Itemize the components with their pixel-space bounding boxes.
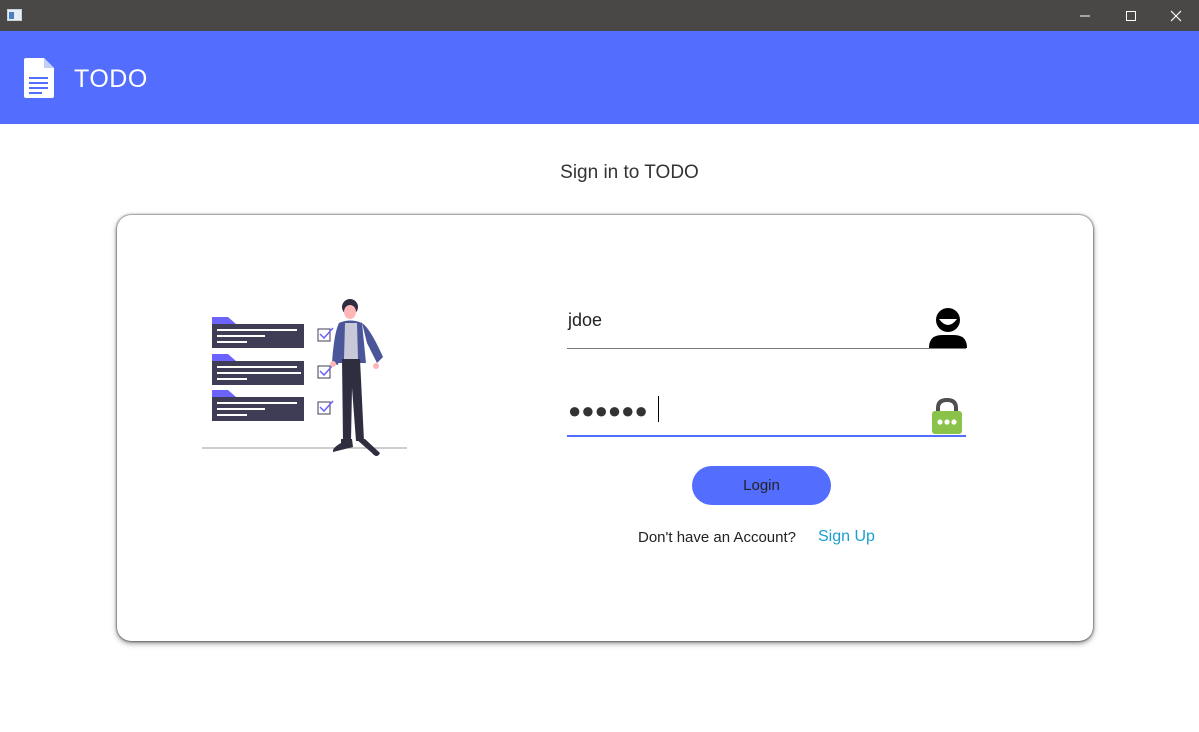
window-titlebar [0, 0, 1199, 31]
checkmark-icon [319, 327, 334, 413]
checklist-card [212, 317, 304, 348]
username-field[interactable]: jdoe [567, 300, 967, 349]
checklist-card [212, 390, 304, 421]
minimize-icon [1080, 15, 1090, 17]
app-name: TODO [74, 65, 148, 93]
checklist-card [212, 354, 304, 385]
app-header: TODO [0, 31, 1199, 124]
signup-link[interactable]: Sign Up [818, 528, 875, 546]
password-input[interactable]: ●●●●●● [568, 398, 648, 424]
person-figure [330, 299, 383, 456]
maximize-icon [1126, 11, 1136, 21]
text-caret [658, 396, 659, 422]
window-app-icon [7, 9, 22, 21]
close-icon [1170, 10, 1182, 22]
minimize-button[interactable] [1062, 0, 1108, 31]
close-button[interactable] [1153, 0, 1199, 31]
person-checklist-illustration [202, 299, 407, 456]
document-icon [24, 58, 54, 98]
maximize-button[interactable] [1108, 0, 1154, 31]
username-input[interactable]: jdoe [568, 310, 602, 331]
user-icon [929, 308, 967, 348]
signup-prompt: Don't have an Account? [638, 529, 796, 546]
page-title: Sign in to TODO [560, 162, 699, 183]
login-button[interactable]: Login [692, 466, 831, 505]
lock-icon [932, 398, 962, 434]
password-field[interactable]: ●●●●●● [567, 389, 966, 437]
